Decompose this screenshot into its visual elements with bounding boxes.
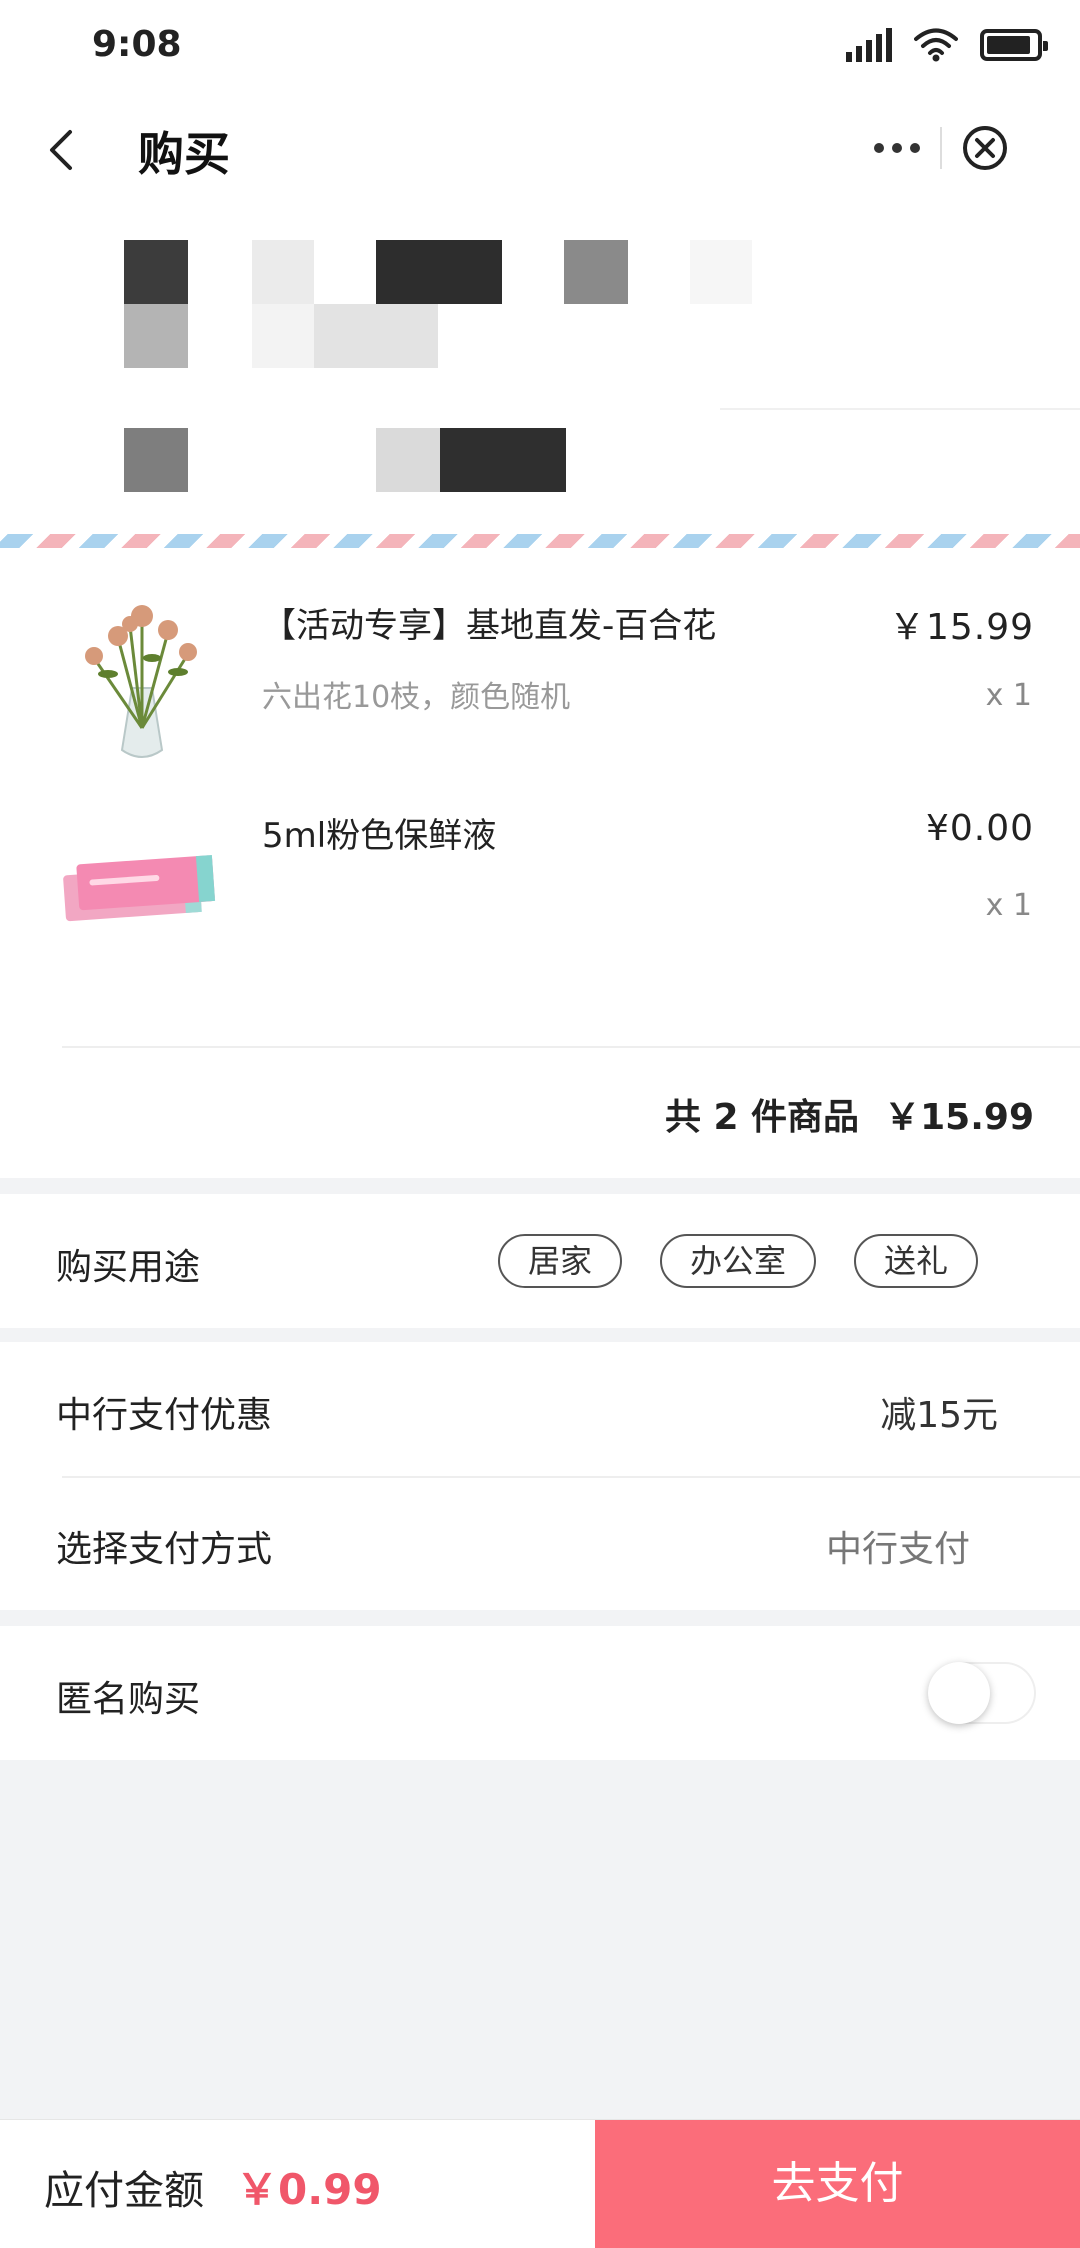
airmail-stripe xyxy=(0,534,1080,548)
product-name: 5ml粉色保鲜液 xyxy=(262,816,497,856)
payment-section: 中行支付优惠 减15元 选择支付方式 中行支付 xyxy=(0,1342,1080,1610)
product-price: ¥0.00 xyxy=(925,808,1034,849)
anonymous-toggle[interactable] xyxy=(928,1662,1036,1724)
order-summary: 共 2 件商品 ￥15.99 xyxy=(664,1097,1034,1138)
redacted-block xyxy=(564,240,628,304)
bank-discount-label: 中行支付优惠 xyxy=(56,1395,273,1436)
redacted-block xyxy=(252,304,314,368)
anonymous-label: 匿名购买 xyxy=(56,1679,201,1720)
product-spec: 六出花10枝，颜色随机 xyxy=(262,680,571,715)
redacted-block xyxy=(314,304,438,368)
back-arrow-icon[interactable] xyxy=(40,126,88,174)
divider xyxy=(720,408,1080,410)
product-quantity: x 1 xyxy=(985,678,1032,713)
product-item[interactable]: 5ml粉色保鲜液 ¥0.00 x 1 xyxy=(0,798,1080,998)
mini-program-capsule xyxy=(853,112,1028,184)
purchase-purpose-section: 购买用途 居家 办公室 送礼 xyxy=(0,1194,1080,1328)
status-icons xyxy=(846,28,1048,62)
redacted-block xyxy=(124,428,188,492)
order-card: 【活动专享】基地直发-百合花 六出花10枝，颜色随机 ￥15.99 x 1 5m… xyxy=(0,548,1080,1178)
preservative-sachet-image xyxy=(63,855,216,922)
checkout-footer: 应付金额 ￥0.99 去支付 xyxy=(0,2120,1080,2248)
redacted-block xyxy=(376,428,440,492)
bank-discount-value: 减15元 xyxy=(880,1395,998,1436)
product-quantity: x 1 xyxy=(985,888,1032,923)
redacted-block xyxy=(124,304,188,368)
redacted-block xyxy=(252,240,314,304)
purpose-tag-office[interactable]: 办公室 xyxy=(659,1234,816,1288)
product-price: ￥15.99 xyxy=(888,607,1034,648)
close-icon[interactable] xyxy=(942,112,1028,184)
purpose-tag-home[interactable]: 居家 xyxy=(497,1234,622,1288)
product-item[interactable]: 【活动专享】基地直发-百合花 六出花10枝，颜色随机 ￥15.99 x 1 xyxy=(0,588,1080,788)
pay-button[interactable]: 去支付 xyxy=(595,2120,1080,2248)
battery-icon xyxy=(980,29,1048,61)
payment-method-label: 选择支付方式 xyxy=(56,1529,273,1570)
signal-icon xyxy=(846,28,892,62)
toggle-knob xyxy=(928,1662,990,1724)
amount-due-value: ￥0.99 xyxy=(236,2165,382,2214)
redacted-block xyxy=(440,428,566,492)
payment-method-row[interactable]: 选择支付方式 中行支付 xyxy=(0,1478,1080,1610)
purpose-label: 购买用途 xyxy=(56,1247,201,1288)
status-bar: 9:08 xyxy=(0,0,1080,96)
lily-bouquet-image xyxy=(85,605,197,758)
page-title: 购买 xyxy=(138,127,230,181)
anonymous-purchase-section: 匿名购买 xyxy=(0,1626,1080,1760)
divider xyxy=(62,1046,1080,1048)
purpose-tag-gift[interactable]: 送礼 xyxy=(853,1234,978,1288)
status-time: 9:08 xyxy=(92,24,182,65)
nav-bar: 购买 xyxy=(0,96,1080,204)
payment-method-value: 中行支付 xyxy=(825,1529,970,1570)
wifi-icon xyxy=(914,28,958,62)
product-name: 【活动专享】基地直发-百合花 xyxy=(262,606,717,646)
redacted-block xyxy=(690,240,752,304)
redacted-block xyxy=(376,240,502,304)
amount-due-label: 应付金额 xyxy=(44,2168,204,2214)
more-icon[interactable] xyxy=(853,112,940,184)
redacted-block xyxy=(124,240,188,304)
address-card[interactable] xyxy=(0,204,1080,534)
purpose-tags: 居家 办公室 送礼 xyxy=(497,1234,978,1288)
